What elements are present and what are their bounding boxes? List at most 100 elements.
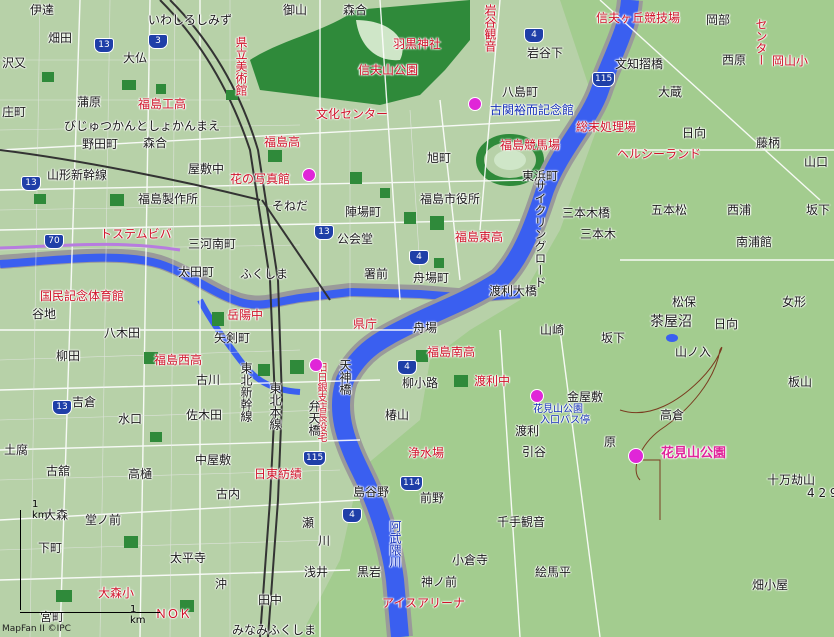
labels-label: 陣場町 [345,205,382,219]
labels-label: 吉倉 [72,395,97,409]
labels-label: 矢剣町 [214,331,251,345]
chayanuma-pond [666,334,678,342]
labels-label: 署前 [364,267,389,281]
labels-label: 三河南町 [188,237,237,251]
labels-label: 八木田 [104,326,141,340]
labels-label: 岡部 [706,13,731,27]
labels-label: 沢又 [2,56,27,70]
labels-label: 御山 [283,3,308,17]
labels-label: 瀬 [302,516,315,530]
labels-label: 堂ノ前 [85,513,122,527]
labels-label: 福島西高 [154,353,203,367]
kyunichigin-poi[interactable] [309,358,323,372]
poi_labels-label: 総末処理場 [576,120,637,134]
labels-label: 畑田 [48,31,73,45]
labels-label: みなみふくしま [232,623,317,637]
koseki-poi[interactable] [468,97,482,111]
labels-label: 小倉寺 [452,553,489,567]
labels-label: 古内 [216,487,241,501]
labels-label: トステムビバ [100,227,172,241]
scale-label-bottom: 1 km [130,604,146,626]
labels-label: 岳陽中 [227,308,264,322]
labels-label: 椿山 [385,408,410,422]
labels-label: 黒岩 [357,565,382,579]
vlabels-label: 阿武隈川 [388,520,402,568]
kanayashiki-poi[interactable] [530,389,544,403]
labels-label: 福島市役所 [420,192,481,206]
labels-label: 神ノ前 [421,575,458,589]
labels-label: 浅井 [304,565,329,579]
vlabels-label: 天神橋 [338,359,352,395]
poi_labels-label: 古関裕而記念館 [490,103,575,117]
labels-label: 板山 [788,375,813,389]
labels-label: 花見山公園 [661,446,727,461]
labels-label: 高樋 [128,467,153,481]
vlabels-label: 岩谷観音 [483,4,497,52]
labels-label: 県庁 [353,317,378,331]
labels-label: 羽黒神社 [393,37,442,51]
map-base-layer [0,0,834,637]
labels-label: 柳小路 [402,376,439,390]
labels-label: 松保 [672,295,697,309]
labels-label: 島谷野 [353,485,390,499]
labels-label: 太田町 [178,265,215,279]
labels-label: 原 [604,435,617,449]
racecourse-inner [494,150,526,170]
labels-label: いわしろしみず [148,13,233,27]
labels-label: 太平寺 [170,551,207,565]
hana-photo-poi[interactable] [302,168,316,182]
vlabels-label: センター [754,18,768,66]
labels-label: びじゅつかんとしょかんまえ [64,119,221,133]
labels-label: 西原 [722,53,747,67]
labels-label: 坂下 [601,331,626,345]
labels-label: 渡利中 [474,374,511,388]
vlabels-label: 弁天橋 [307,400,321,436]
labels-label: 高倉 [660,408,685,422]
labels-label: 花の写真館 [230,172,291,186]
labels-label: 屋敷中 [188,162,225,176]
labels-label: 大仏 [123,51,148,65]
labels-label: 森合 [343,3,368,17]
labels-label: 入口バス停 [540,415,590,426]
labels-label: そねだ [272,199,309,213]
labels-label: 千手観音 [497,515,546,529]
route-shield: 114 [400,476,424,491]
labels-label: 八島町 [502,85,539,99]
labels-label: 日向 [682,126,707,140]
labels-label: 日東紡績 [254,467,303,481]
labels-label: 国民記念体育館 [40,289,125,303]
route-shield: 13 [94,38,114,53]
park-block [270,60,288,74]
labels-label: 引谷 [522,445,547,459]
route-shield: 4 [397,360,417,375]
labels-label: 川 [318,534,331,548]
labels-label: 佐木田 [186,408,223,422]
poi_labels-label: 信夫ヶ丘競技場 [596,11,681,25]
hanamiyama-poi[interactable] [628,448,644,464]
labels-label: 文化センター [316,107,389,121]
labels-label: 日向 [714,317,739,331]
route-shield: 13 [21,176,41,191]
labels-label: 福島競馬場 [500,138,561,152]
labels-label: 浄水場 [408,446,445,460]
map-canvas[interactable]: 沢又 伊達 畑田 大仏 いわしろしみず 御山 森合 八島町 岡部 西原 大蔵 蒲原 福島工高 びじゅつかん… [0,0,834,637]
labels-label: 山崎 [540,323,565,337]
labels-label: 福島高 [264,135,301,149]
labels-label: 旭町 [427,151,452,165]
route-shield: 115 [592,72,616,87]
route-shield: 13 [52,400,72,415]
labels-label: 森合 [143,136,168,150]
labels-label: 下町 [38,541,63,555]
map-copyright: MapFan II ©IPC [2,624,71,634]
labels-label: 舟場 [413,321,438,335]
labels-label: 茶屋沼 [650,314,692,330]
labels-label: 三本木 [580,227,617,241]
vlabels-label: サイクリングロード [533,180,547,288]
labels-label: 伊達 [30,3,55,17]
labels-label: アイスアリーナ [382,596,466,610]
labels-label: 山ノ入 [675,345,712,359]
labels-label: 山形新幹線 [47,168,108,182]
labels-label: 4 2 9 [807,486,834,500]
route-shield: 3 [148,34,168,49]
labels-label: 野田町 [82,137,119,151]
